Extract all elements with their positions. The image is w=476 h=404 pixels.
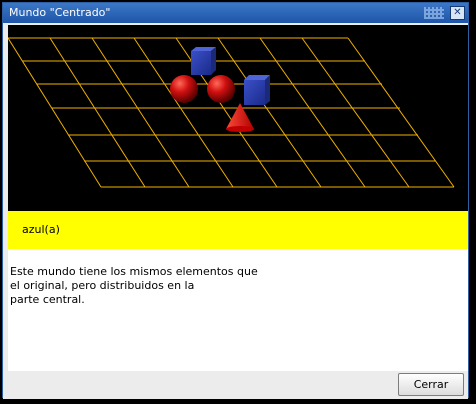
- title-grip-icon: [424, 7, 444, 19]
- close-button[interactable]: Cerrar: [398, 373, 464, 396]
- blue-cube-right: [244, 75, 270, 105]
- red-sphere-right: [207, 75, 235, 103]
- floor-grid: [8, 37, 455, 188]
- window-title: Mundo "Centrado": [9, 6, 111, 19]
- red-sphere-left: [170, 75, 198, 103]
- blue-cube-top: [191, 47, 216, 75]
- description-panel: Este mundo tiene los mismos elementos qu…: [8, 249, 468, 371]
- world-3d-view[interactable]: [8, 25, 468, 211]
- world-canvas: [8, 37, 455, 188]
- status-bar: azul(a): [8, 211, 468, 249]
- button-bar: Cerrar: [3, 371, 468, 399]
- dialog-window: Mundo "Centrado" ✕ azul(a) Este mundo ti…: [2, 2, 469, 399]
- status-text: azul(a): [22, 223, 60, 236]
- title-bar[interactable]: Mundo "Centrado" ✕: [3, 3, 468, 23]
- window-close-button[interactable]: ✕: [450, 6, 465, 20]
- description-text: Este mundo tiene los mismos elementos qu…: [10, 265, 258, 306]
